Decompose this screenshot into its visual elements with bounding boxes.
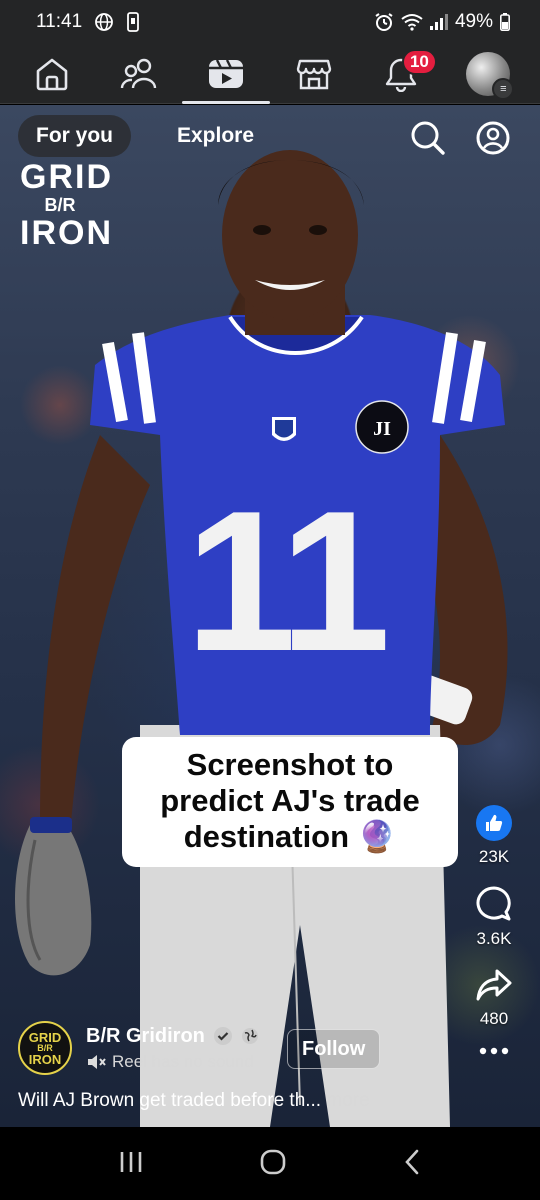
comment-button[interactable]: 3.6K (475, 885, 513, 949)
home-circle-icon (260, 1149, 286, 1174)
tab-explore[interactable]: Explore (159, 115, 272, 157)
profile-avatar: ≡ (466, 51, 515, 100)
alarm-icon (374, 12, 394, 32)
nav-marketplace[interactable] (282, 46, 346, 102)
nav-friends[interactable] (107, 46, 171, 102)
search-icon (411, 121, 445, 155)
profile-button[interactable] (476, 120, 510, 161)
user-circle-icon (476, 121, 510, 155)
br-gridiron-watermark: GRID B/R IRON (20, 158, 113, 252)
wifi-icon (401, 13, 423, 31)
search-button[interactable] (410, 120, 446, 161)
player-image: JI 11 (15, 150, 508, 1127)
share-button[interactable]: 480 (475, 967, 513, 1029)
system-navigation-bar (0, 1128, 540, 1200)
sound-muted-icon (88, 1054, 106, 1069)
more-options-button[interactable] (479, 1047, 509, 1055)
see-more-link[interactable]: more (326, 1090, 369, 1111)
recent-apps-icon (120, 1151, 141, 1172)
thumbs-up-icon (476, 805, 512, 841)
reels-tabs: For you Explore (18, 115, 272, 157)
reel-author: GRID B/R IRON B/R Gridiron Reel has no s… (18, 1021, 259, 1075)
share-icon (476, 969, 512, 1001)
author-avatar[interactable]: GRID B/R IRON (18, 1021, 72, 1075)
reel-video[interactable]: JI 11 For you Explore GRID B/R IRON Scre… (0, 105, 540, 1127)
share-count: 480 (479, 1009, 509, 1028)
marketplace-icon (296, 59, 331, 89)
top-navigation: 10 ≡ (0, 44, 540, 104)
reels-icon (209, 58, 244, 88)
nav-home[interactable] (20, 46, 84, 102)
phone-notification-icon (126, 12, 140, 32)
video-caption: Screenshot to predict AJ's trade destina… (122, 737, 458, 867)
menu-icon: ≡ (492, 77, 515, 100)
home-button[interactable] (259, 1148, 287, 1181)
verified-badge-icon (213, 1027, 232, 1045)
reel-actions: 23K 3.6K 480 (466, 805, 522, 1073)
comment-icon (476, 886, 511, 921)
nav-reels[interactable] (182, 46, 271, 104)
nav-profile-menu[interactable]: ≡ (456, 46, 520, 102)
reel-description[interactable]: Will AJ Brown get traded before th... mo… (18, 1090, 370, 1112)
clock: 11:41 (36, 11, 83, 32)
battery-icon (500, 13, 510, 31)
like-button[interactable]: 23K (476, 805, 512, 867)
follow-button[interactable]: Follow (287, 1029, 381, 1069)
like-count: 23K (478, 847, 510, 866)
back-chevron-icon (405, 1149, 419, 1174)
friends-icon (120, 58, 157, 88)
recent-apps-button[interactable] (118, 1149, 144, 1180)
more-dots-icon (479, 1047, 509, 1055)
home-icon (36, 58, 67, 90)
public-globe-icon (241, 1028, 258, 1044)
nav-notifications[interactable]: 10 (369, 46, 437, 102)
reels-header-actions (410, 120, 510, 161)
comment-count: 3.6K (476, 929, 512, 948)
author-name[interactable]: B/R Gridiron (86, 1025, 205, 1048)
tab-for-you[interactable]: For you (18, 115, 131, 157)
status-bar: 11:41 49% (0, 0, 540, 44)
notification-count-badge: 10 (401, 48, 437, 75)
sound-status-text: Reel has no sound (112, 1051, 254, 1071)
back-button[interactable] (402, 1148, 422, 1181)
jersey-number: 11 (185, 470, 385, 693)
signal-icon (429, 14, 448, 30)
svg-text:JI: JI (373, 418, 391, 440)
vpn-globe-icon (94, 12, 114, 32)
battery-percent: 49% (454, 11, 493, 32)
